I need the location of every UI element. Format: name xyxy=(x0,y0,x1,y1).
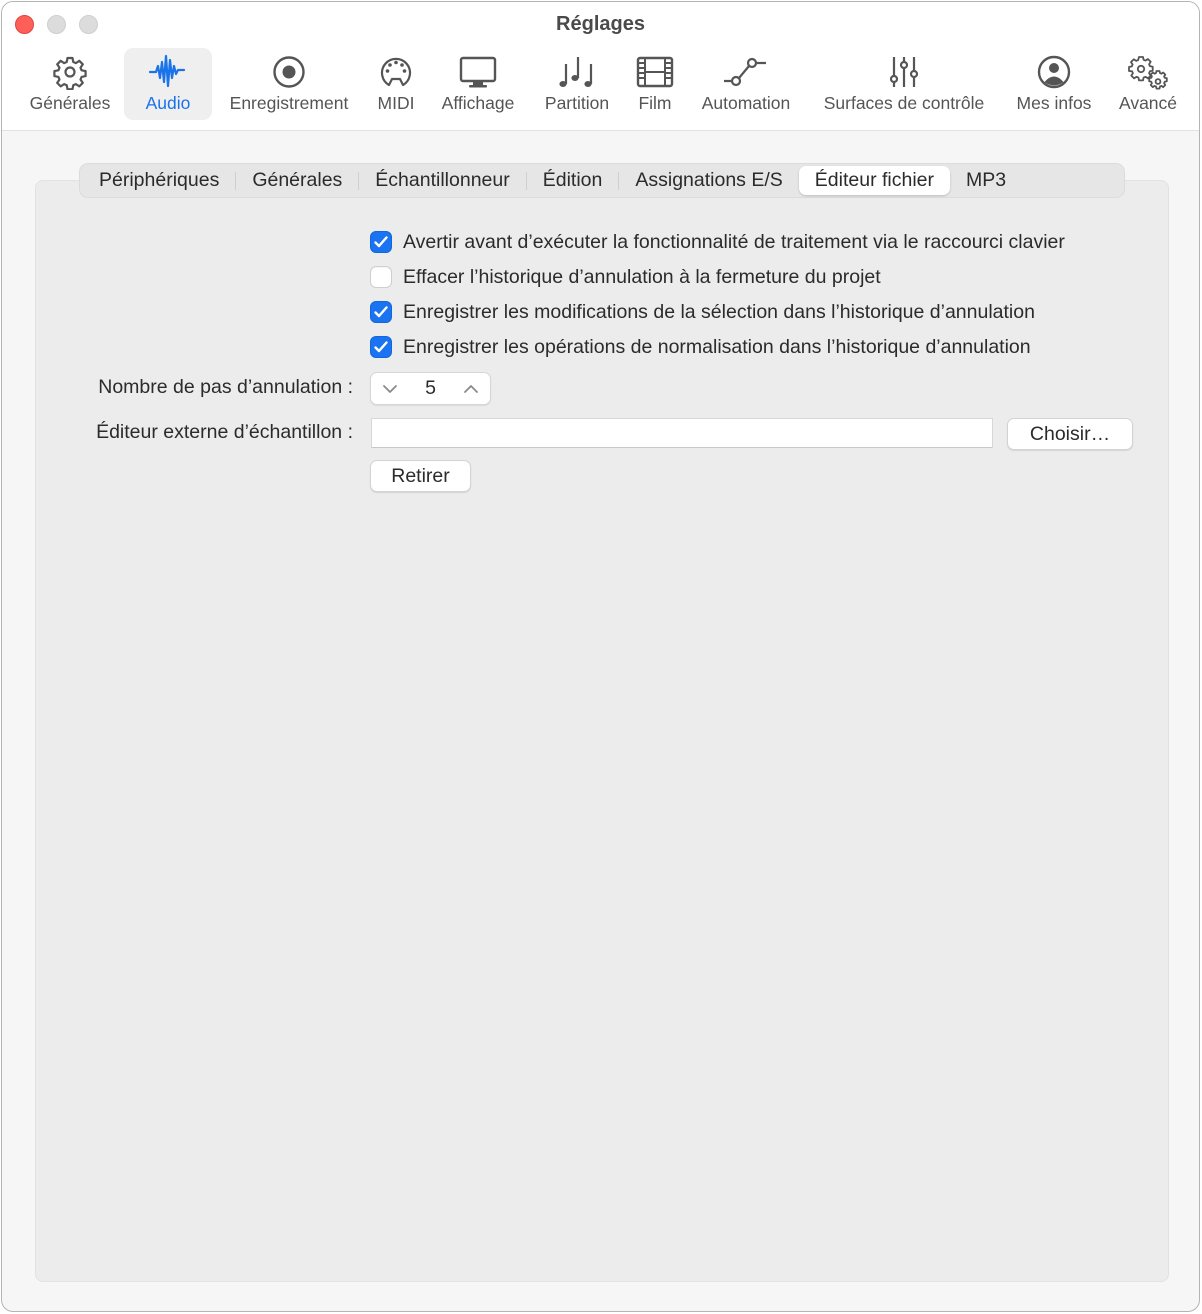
toolbar-item-label: Film xyxy=(638,93,672,113)
toolbar-item-label: Surfaces de contrôle xyxy=(823,93,985,113)
title-bar: Réglages Générales Audio Enregistrement xyxy=(2,2,1199,131)
toolbar-item-label: Enregistrement xyxy=(229,93,349,113)
toolbar-item-audio[interactable]: Audio xyxy=(124,48,212,120)
toolbar-item-label: Audio xyxy=(145,93,191,113)
tab-echantillonneur[interactable]: Échantillonneur xyxy=(359,166,525,195)
automation-curve-icon xyxy=(722,52,770,92)
undo-steps-label: Nombre de pas d’annulation : xyxy=(98,376,353,398)
toolbar-item-affichage[interactable]: Affichage xyxy=(436,48,520,120)
checkbox[interactable] xyxy=(370,266,392,288)
checkbox-label: Enregistrer les opérations de normalisat… xyxy=(403,335,1031,358)
chevron-down-icon[interactable] xyxy=(379,378,401,400)
toolbar-item-label: Affichage xyxy=(441,93,515,113)
tab-mp3[interactable]: MP3 xyxy=(950,166,1022,195)
toolbar-item-avance[interactable]: Avancé xyxy=(1112,48,1184,120)
toolbar-item-automation[interactable]: Automation xyxy=(694,48,798,120)
option-record-selection-changes[interactable]: Enregistrer les modifications de la séle… xyxy=(370,299,1035,325)
checkmark-icon xyxy=(374,306,388,318)
toolbar-item-label: Mes infos xyxy=(1016,93,1092,113)
film-icon xyxy=(635,52,675,92)
checkbox[interactable] xyxy=(370,336,392,358)
sliders-icon xyxy=(886,52,922,92)
external-editor-label: Éditeur externe d’échantillon : xyxy=(96,421,353,443)
toolbar-item-label: Générales xyxy=(29,93,111,113)
tab-generales[interactable]: Générales xyxy=(236,166,358,195)
checkbox[interactable] xyxy=(370,301,392,323)
gears-icon xyxy=(1126,52,1170,92)
toolbar-item-partition[interactable]: Partition xyxy=(536,48,618,120)
toolbar-item-label: MIDI xyxy=(377,93,415,113)
checkmark-icon xyxy=(374,341,388,353)
toolbar-item-surfaces[interactable]: Surfaces de contrôle xyxy=(812,48,996,120)
option-clear-undo-history[interactable]: Effacer l’historique d’annulation à la f… xyxy=(370,264,881,290)
option-warn-shortcut[interactable]: Avertir avant d’exécuter la fonctionnali… xyxy=(370,229,1065,255)
toolbar-item-midi[interactable]: MIDI xyxy=(370,48,422,120)
gear-icon xyxy=(52,52,88,92)
settings-window: Réglages Générales Audio Enregistrement xyxy=(1,1,1200,1312)
person-circle-icon xyxy=(1036,52,1072,92)
tab-assignations[interactable]: Assignations E/S xyxy=(619,166,798,195)
choose-button[interactable]: Choisir… xyxy=(1007,418,1133,450)
checkbox-label: Enregistrer les modifications de la séle… xyxy=(403,300,1035,323)
toolbar-item-label: Partition xyxy=(544,93,610,113)
waveform-icon xyxy=(148,52,188,92)
checkbox-label: Avertir avant d’exécuter la fonctionnali… xyxy=(403,230,1065,253)
midi-connector-icon xyxy=(378,52,414,92)
tab-bar: Périphériques Générales Échantillonneur … xyxy=(79,163,1125,198)
toolbar-item-enregistrement[interactable]: Enregistrement xyxy=(224,48,354,120)
music-notes-icon xyxy=(557,52,597,92)
chevron-up-icon[interactable] xyxy=(460,378,482,400)
remove-button[interactable]: Retirer xyxy=(370,460,471,492)
toolbar-item-mes-infos[interactable]: Mes infos xyxy=(1008,48,1100,120)
checkbox-label: Effacer l’historique d’annulation à la f… xyxy=(403,265,881,288)
external-editor-path-field[interactable] xyxy=(371,418,993,448)
undo-steps-stepper[interactable]: 5 xyxy=(370,372,491,405)
monitor-icon xyxy=(458,52,498,92)
checkbox[interactable] xyxy=(370,231,392,253)
tab-peripheriques[interactable]: Périphériques xyxy=(83,166,235,195)
toolbar-item-film[interactable]: Film xyxy=(630,48,680,120)
toolbar-item-label: Automation xyxy=(701,93,791,113)
record-icon xyxy=(271,52,307,92)
option-record-normalization[interactable]: Enregistrer les opérations de normalisat… xyxy=(370,334,1031,360)
tab-edition[interactable]: Édition xyxy=(527,166,619,195)
toolbar-item-label: Avancé xyxy=(1118,93,1178,113)
window-title: Réglages xyxy=(556,13,645,35)
checkmark-icon xyxy=(374,236,388,248)
toolbar-item-generales[interactable]: Générales xyxy=(24,48,116,120)
tab-editeur-fichier[interactable]: Éditeur fichier xyxy=(798,166,950,195)
undo-steps-value: 5 xyxy=(425,377,436,399)
